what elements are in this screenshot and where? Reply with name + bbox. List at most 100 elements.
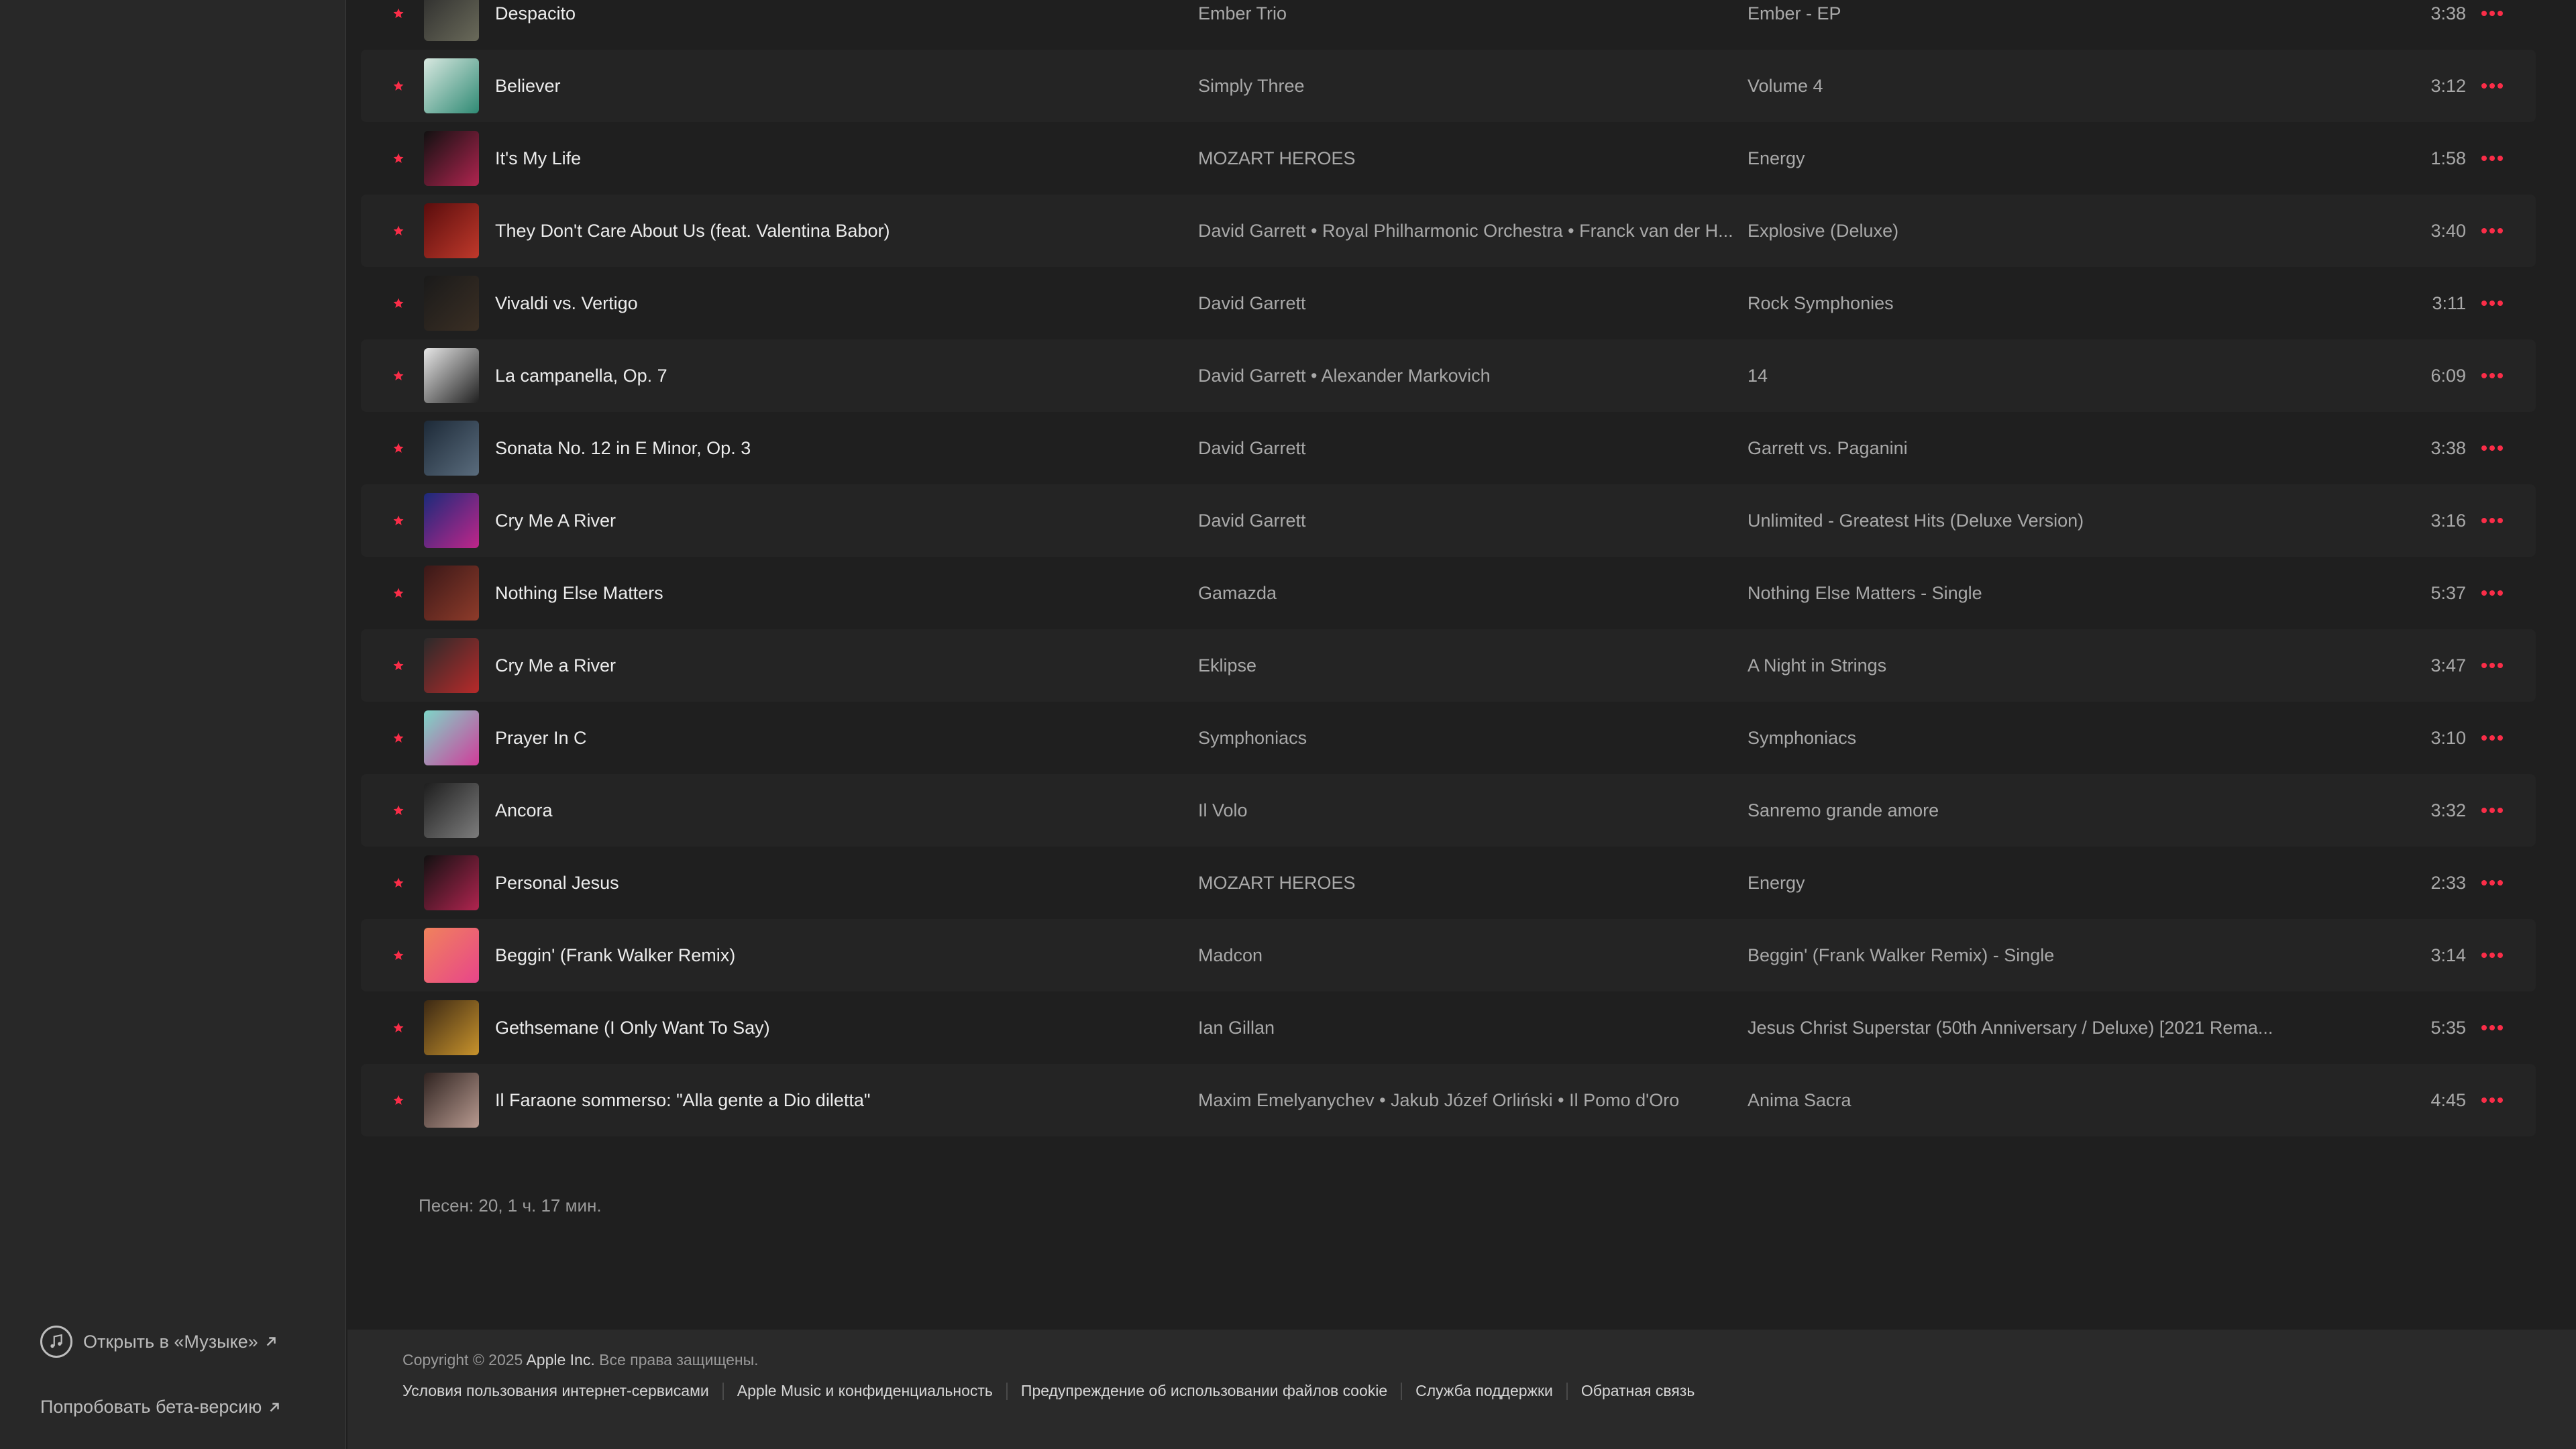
track-artist[interactable]: David Garrett bbox=[1198, 293, 1748, 314]
track-album[interactable]: Volume 4 bbox=[1748, 76, 2298, 97]
track-album[interactable]: Nothing Else Matters - Single bbox=[1748, 583, 2298, 604]
track-row[interactable]: It's My Life MOZART HEROES Energy 1:58 bbox=[361, 122, 2536, 195]
track-title[interactable]: Cry Me a River bbox=[495, 655, 616, 676]
footer-link-cookies[interactable]: Предупреждение об использовании файлов c… bbox=[1021, 1382, 1387, 1400]
track-album[interactable]: 14 bbox=[1748, 366, 2298, 386]
album-artwork[interactable] bbox=[424, 638, 479, 693]
track-title[interactable]: Il Faraone sommerso: "Alla gente a Dio d… bbox=[495, 1090, 870, 1111]
track-artist[interactable]: Ian Gillan bbox=[1198, 1018, 1748, 1038]
album-artwork[interactable] bbox=[424, 58, 479, 113]
track-artist[interactable]: David Garrett bbox=[1198, 438, 1748, 459]
track-title[interactable]: Personal Jesus bbox=[495, 873, 619, 894]
more-options-icon[interactable] bbox=[2478, 1090, 2506, 1110]
track-album[interactable]: Explosive (Deluxe) bbox=[1748, 221, 2298, 241]
more-options-icon[interactable] bbox=[2478, 655, 2506, 676]
track-title[interactable]: Nothing Else Matters bbox=[495, 583, 663, 604]
album-artwork[interactable] bbox=[424, 1073, 479, 1128]
track-title[interactable]: Ancora bbox=[495, 800, 553, 821]
track-album[interactable]: Symphoniacs bbox=[1748, 728, 2298, 749]
track-album[interactable]: Sanremo grande amore bbox=[1748, 800, 2298, 821]
more-options-icon[interactable] bbox=[2478, 945, 2506, 965]
more-options-icon[interactable] bbox=[2478, 511, 2506, 531]
track-row[interactable]: Beggin' (Frank Walker Remix) Madcon Begg… bbox=[361, 919, 2536, 991]
track-album[interactable]: Energy bbox=[1748, 148, 2298, 169]
album-artwork[interactable] bbox=[424, 928, 479, 983]
track-artist[interactable]: MOZART HEROES bbox=[1198, 873, 1748, 894]
track-row[interactable]: Believer Simply Three Volume 4 3:12 bbox=[361, 50, 2536, 122]
album-artwork[interactable] bbox=[424, 0, 479, 41]
album-artwork[interactable] bbox=[424, 855, 479, 910]
track-artist[interactable]: Il Volo bbox=[1198, 800, 1748, 821]
album-artwork[interactable] bbox=[424, 203, 479, 258]
track-row[interactable]: Despacito Ember Trio Ember - EP 3:38 bbox=[361, 0, 2536, 50]
track-title[interactable]: La campanella, Op. 7 bbox=[495, 366, 667, 386]
track-title[interactable]: Prayer In C bbox=[495, 728, 587, 749]
track-title[interactable]: Cry Me A River bbox=[495, 511, 616, 531]
track-album[interactable]: Ember - EP bbox=[1748, 3, 2298, 24]
track-row[interactable]: Vivaldi vs. Vertigo David Garrett Rock S… bbox=[361, 267, 2536, 339]
more-options-icon[interactable] bbox=[2478, 221, 2506, 241]
open-in-music-link[interactable]: Открыть в «Музыке» bbox=[40, 1326, 278, 1358]
footer-link-privacy[interactable]: Apple Music и конфиденциальность bbox=[737, 1382, 993, 1400]
album-artwork[interactable] bbox=[424, 1000, 479, 1055]
track-title[interactable]: Gethsemane (I Only Want To Say) bbox=[495, 1018, 770, 1038]
album-artwork[interactable] bbox=[424, 276, 479, 331]
album-artwork[interactable] bbox=[424, 421, 479, 476]
more-options-icon[interactable] bbox=[2478, 1018, 2506, 1038]
track-title[interactable]: Despacito bbox=[495, 3, 576, 24]
footer-link-support[interactable]: Служба поддержки bbox=[1415, 1382, 1553, 1400]
track-artist[interactable]: Maxim Emelyanychev • Jakub Józef Orlińsk… bbox=[1198, 1090, 1748, 1111]
track-row[interactable]: Cry Me A River David Garrett Unlimited -… bbox=[361, 484, 2536, 557]
more-options-icon[interactable] bbox=[2478, 583, 2506, 603]
track-title[interactable]: They Don't Care About Us (feat. Valentin… bbox=[495, 221, 890, 241]
more-options-icon[interactable] bbox=[2478, 728, 2506, 748]
track-artist[interactable]: Gamazda bbox=[1198, 583, 1748, 604]
track-row[interactable]: Ancora Il Volo Sanremo grande amore 3:32 bbox=[361, 774, 2536, 847]
track-row[interactable]: Sonata No. 12 in E Minor, Op. 3 David Ga… bbox=[361, 412, 2536, 484]
footer-link-terms[interactable]: Условия пользования интернет-сервисами bbox=[402, 1382, 709, 1400]
track-artist[interactable]: Symphoniacs bbox=[1198, 728, 1748, 749]
track-row[interactable]: Gethsemane (I Only Want To Say) Ian Gill… bbox=[361, 991, 2536, 1064]
track-title[interactable]: Believer bbox=[495, 76, 561, 97]
track-row[interactable]: Il Faraone sommerso: "Alla gente a Dio d… bbox=[361, 1064, 2536, 1136]
track-artist[interactable]: Ember Trio bbox=[1198, 3, 1748, 24]
track-row[interactable]: They Don't Care About Us (feat. Valentin… bbox=[361, 195, 2536, 267]
track-title[interactable]: Vivaldi vs. Vertigo bbox=[495, 293, 638, 314]
track-artist[interactable]: David Garrett • Alexander Markovich bbox=[1198, 366, 1748, 386]
track-title[interactable]: Sonata No. 12 in E Minor, Op. 3 bbox=[495, 438, 751, 459]
track-album[interactable]: Garrett vs. Paganini bbox=[1748, 438, 2298, 459]
track-album[interactable]: Unlimited - Greatest Hits (Deluxe Versio… bbox=[1748, 511, 2298, 531]
album-artwork[interactable] bbox=[424, 348, 479, 403]
more-options-icon[interactable] bbox=[2478, 366, 2506, 386]
track-album[interactable]: Beggin' (Frank Walker Remix) - Single bbox=[1748, 945, 2298, 966]
album-artwork[interactable] bbox=[424, 493, 479, 548]
album-artwork[interactable] bbox=[424, 566, 479, 621]
more-options-icon[interactable] bbox=[2478, 438, 2506, 458]
album-artwork[interactable] bbox=[424, 131, 479, 186]
track-artist[interactable]: David Garrett • Royal Philharmonic Orche… bbox=[1198, 221, 1748, 241]
track-row[interactable]: Cry Me a River Eklipse A Night in String… bbox=[361, 629, 2536, 702]
track-artist[interactable]: Eklipse bbox=[1198, 655, 1748, 676]
track-title[interactable]: It's My Life bbox=[495, 148, 581, 169]
track-album[interactable]: Jesus Christ Superstar (50th Anniversary… bbox=[1748, 1018, 2298, 1038]
track-album[interactable]: A Night in Strings bbox=[1748, 655, 2298, 676]
more-options-icon[interactable] bbox=[2478, 3, 2506, 23]
track-album[interactable]: Rock Symphonies bbox=[1748, 293, 2298, 314]
track-artist[interactable]: Madcon bbox=[1198, 945, 1748, 966]
track-row[interactable]: La campanella, Op. 7 David Garrett • Ale… bbox=[361, 339, 2536, 412]
try-beta-link[interactable]: Попробовать бета-версию bbox=[40, 1397, 282, 1417]
track-row[interactable]: Personal Jesus MOZART HEROES Energy 2:33 bbox=[361, 847, 2536, 919]
more-options-icon[interactable] bbox=[2478, 873, 2506, 893]
more-options-icon[interactable] bbox=[2478, 800, 2506, 820]
album-artwork[interactable] bbox=[424, 710, 479, 765]
track-album[interactable]: Energy bbox=[1748, 873, 2298, 894]
track-title[interactable]: Beggin' (Frank Walker Remix) bbox=[495, 945, 735, 966]
track-row[interactable]: Nothing Else Matters Gamazda Nothing Els… bbox=[361, 557, 2536, 629]
track-artist[interactable]: David Garrett bbox=[1198, 511, 1748, 531]
track-row[interactable]: Prayer In C Symphoniacs Symphoniacs 3:10 bbox=[361, 702, 2536, 774]
track-artist[interactable]: MOZART HEROES bbox=[1198, 148, 1748, 169]
track-artist[interactable]: Simply Three bbox=[1198, 76, 1748, 97]
track-album[interactable]: Anima Sacra bbox=[1748, 1090, 2298, 1111]
footer-link-feedback[interactable]: Обратная связь bbox=[1581, 1382, 1695, 1400]
more-options-icon[interactable] bbox=[2478, 148, 2506, 168]
